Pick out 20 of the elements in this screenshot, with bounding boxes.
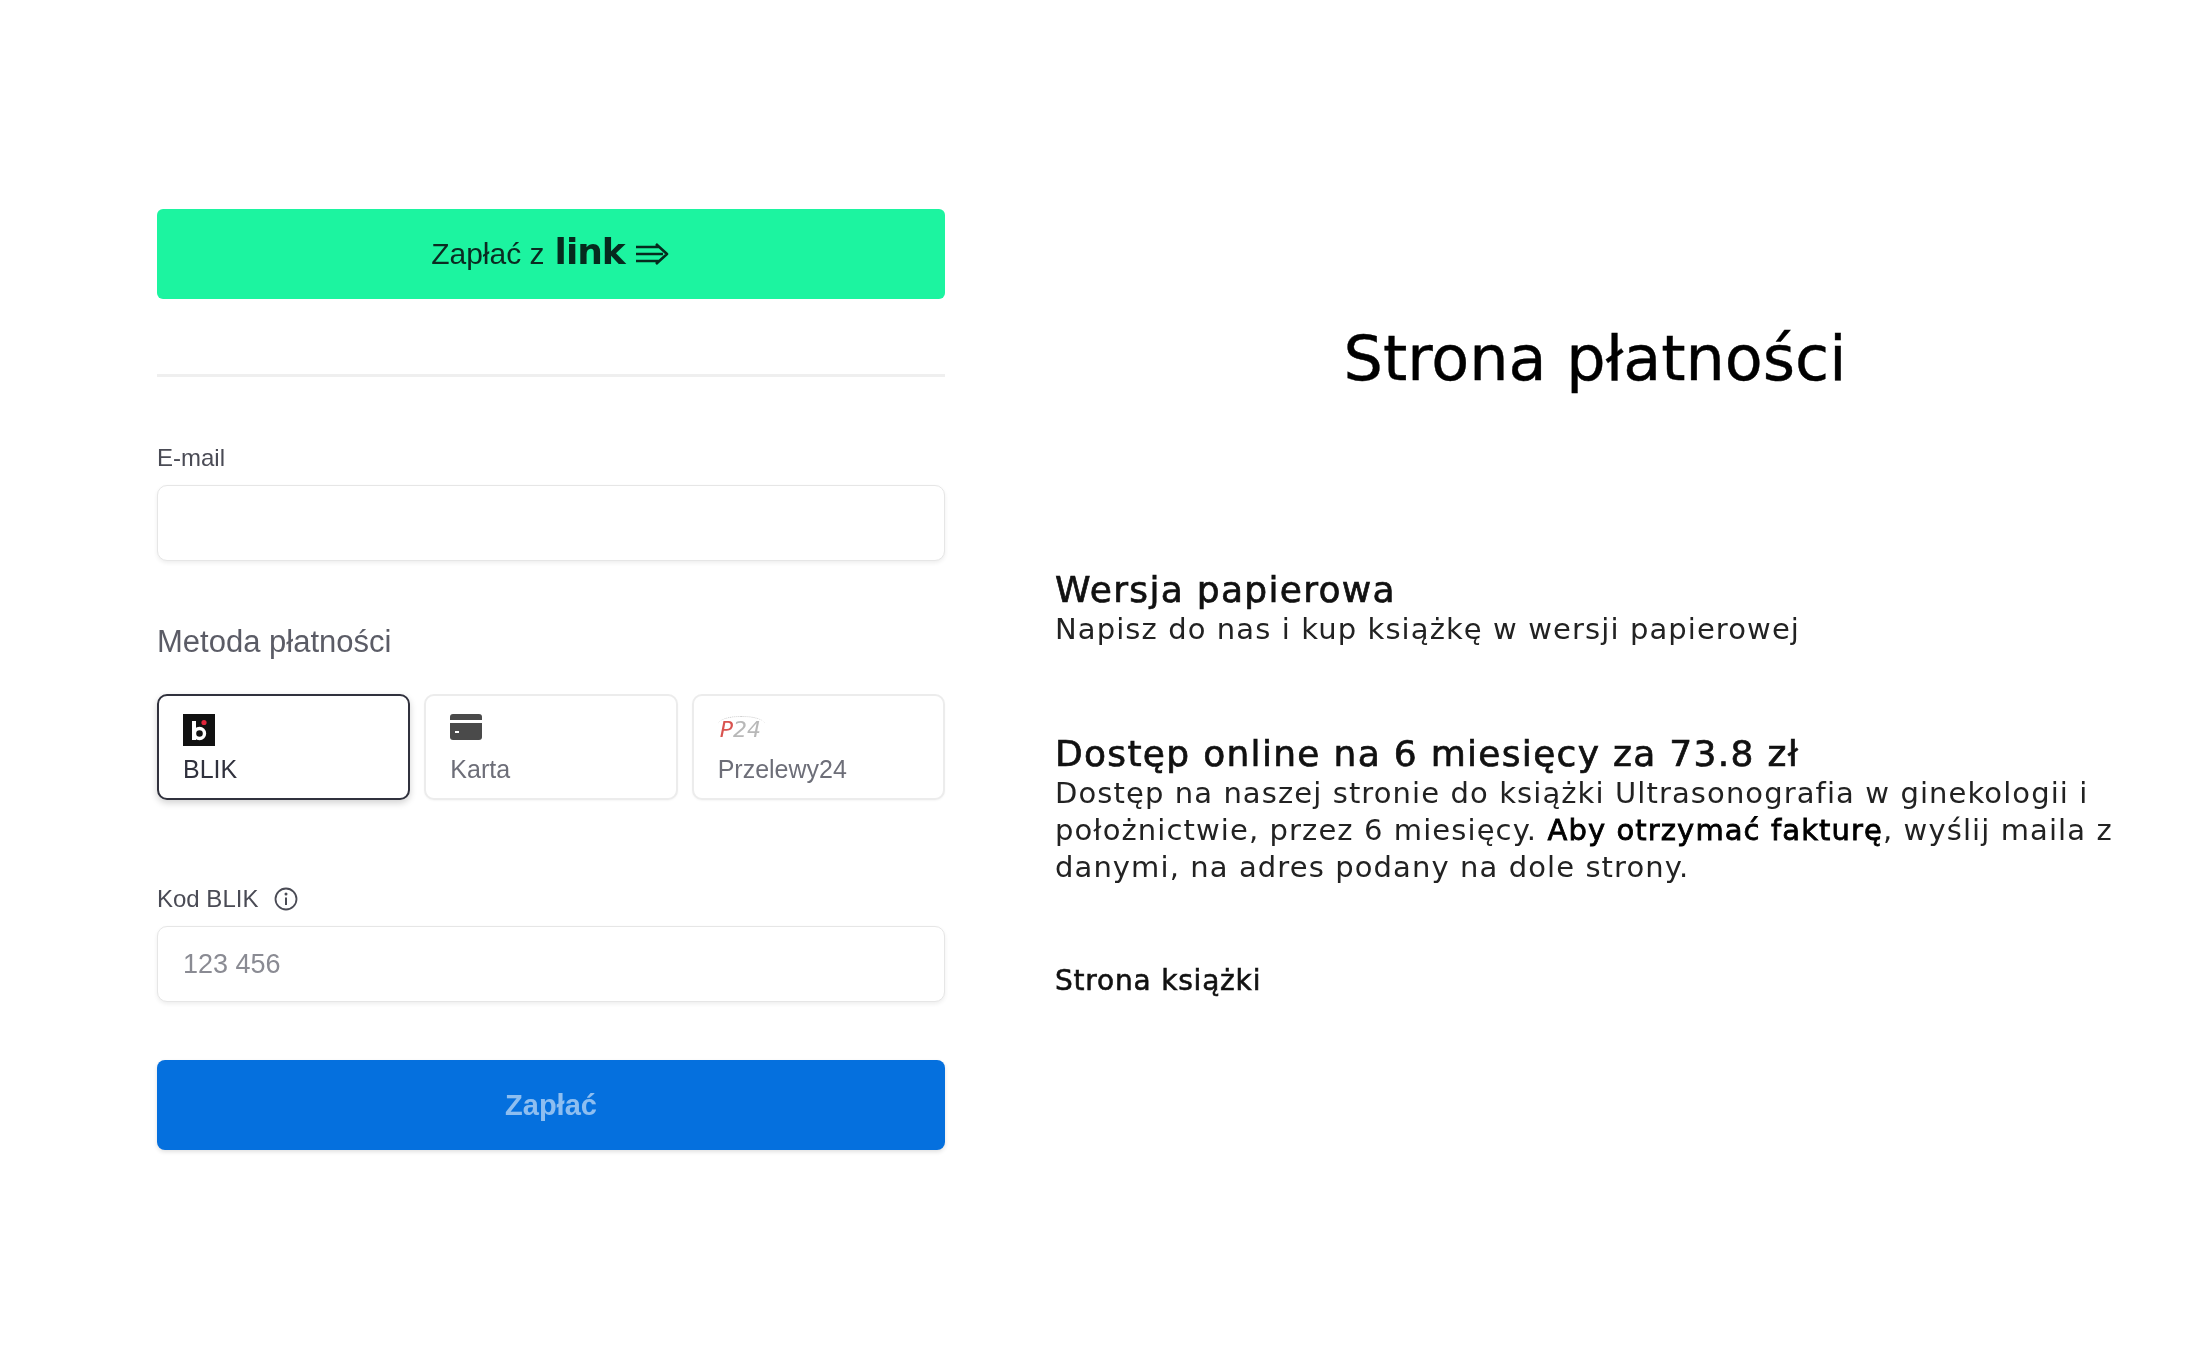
- offer-title: Wersja papierowa: [1055, 568, 1396, 611]
- page-title: Strona płatności: [1343, 322, 1847, 396]
- offer-description: Napisz do nas i kup książkę w wersji papierowej: [1055, 611, 1801, 648]
- blik-code-input[interactable]: 123 456: [157, 926, 945, 1002]
- payment-method-tab[interactable]: P24 Przelewy24: [691, 694, 945, 800]
- payment-method-tab[interactable]: Karta: [424, 694, 678, 800]
- p24-logo: P24: [717, 716, 765, 741]
- section-heading: Metoda płatności: [157, 623, 393, 661]
- book-page-link[interactable]: Strona książki: [1055, 964, 1262, 998]
- field-label: E-mail: [157, 443, 226, 473]
- info-icon[interactable]: [274, 887, 299, 911]
- payment-method-tab[interactable]: BLIK: [157, 694, 411, 800]
- field-label: Kod BLIK: [157, 884, 259, 914]
- pay-with-link-button[interactable]: Zapłać z link: [157, 209, 945, 299]
- offer-title: Dostęp online na 6 miesięcy za 73.8 zł: [1055, 732, 1800, 775]
- blik-icon: [183, 714, 215, 746]
- email-input[interactable]: [157, 485, 945, 561]
- double-arrow-icon: [634, 242, 671, 266]
- offer-description: Dostęp na naszej stronie do książki Ultrasonografia w ginekologii i położnictwie, przez 6 miesięcy. Aby otrzymać fakturę, wyślij maila z danymi, na adres podany na dole strony.: [1055, 775, 2114, 886]
- card-icon: [450, 714, 483, 740]
